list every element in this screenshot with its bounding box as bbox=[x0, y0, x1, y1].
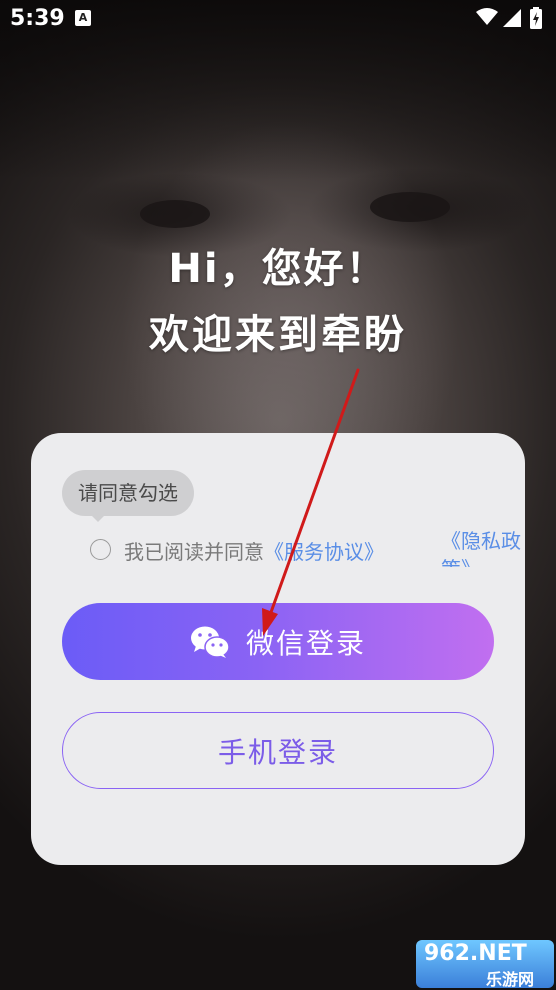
site-watermark-logo: 962.NET 乐游网 bbox=[416, 940, 554, 989]
agree-tooltip: 请同意勾选 bbox=[62, 470, 194, 516]
agreement-prefix: 我已阅读并同意 bbox=[124, 540, 264, 564]
wechat-icon bbox=[190, 626, 230, 658]
background-right-eye bbox=[370, 192, 450, 222]
privacy-policy-link[interactable]: 《隐私政策》 bbox=[441, 527, 525, 567]
agreement-checkbox[interactable] bbox=[90, 539, 111, 560]
greeting-subtitle: 欢迎来到牵盼 bbox=[149, 312, 407, 358]
signal-icon bbox=[503, 9, 521, 27]
watermark-brand: 962.NET bbox=[424, 941, 527, 966]
status-bar: 5:39 A bbox=[0, 0, 556, 38]
battery-icon bbox=[530, 7, 542, 29]
wifi-icon bbox=[476, 8, 498, 25]
status-time: 5:39 bbox=[10, 6, 65, 31]
phone-login-button[interactable]: 手机登录 bbox=[62, 712, 494, 789]
wechat-login-label: 微信登录 bbox=[245, 626, 366, 660]
background-left-eye bbox=[140, 200, 210, 228]
service-agreement-link[interactable]: 《服务协议》 bbox=[264, 540, 384, 564]
greeting-title: Hi，您好！ bbox=[168, 246, 388, 292]
tooltip-tail bbox=[90, 514, 106, 522]
notification-a-icon: A bbox=[75, 10, 91, 26]
agreement-text: 我已阅读并同意《服务协议》 bbox=[124, 536, 384, 565]
wechat-login-button[interactable]: 微信登录 bbox=[62, 603, 494, 680]
phone-login-label: 手机登录 bbox=[217, 735, 338, 769]
watermark-sub: 乐游网 bbox=[486, 970, 535, 989]
